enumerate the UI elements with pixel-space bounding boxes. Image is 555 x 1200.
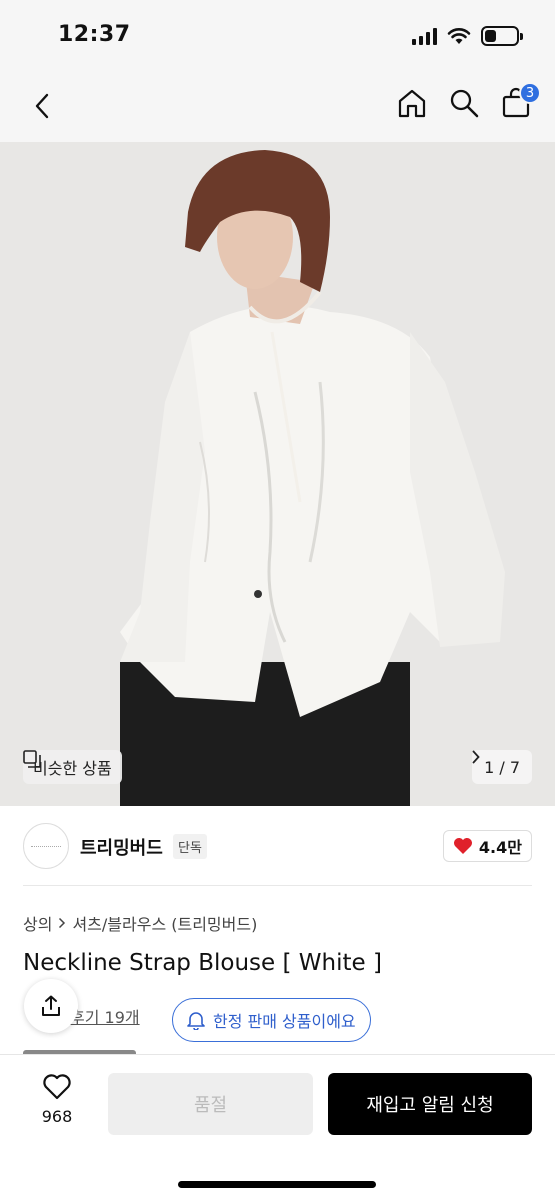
soldout-button[interactable]: 품절 — [108, 1073, 313, 1135]
breadcrumb: 상의 셔츠/블라우스 (트리밍버드) — [23, 911, 257, 935]
share-icon — [42, 995, 60, 1016]
bell-icon — [187, 1012, 205, 1030]
divider — [23, 885, 532, 886]
limited-sale-badge[interactable]: 한정 판매 상품이에요 — [172, 998, 371, 1042]
product-title: Neckline Strap Blouse [ White ] — [23, 950, 382, 976]
image-page-indicator[interactable]: 1 / 7 — [472, 750, 532, 784]
wishlist-button[interactable]: 968 — [22, 1073, 92, 1126]
back-button[interactable] — [26, 88, 58, 124]
search-icon — [450, 89, 479, 118]
exclusive-tag: 단독 — [173, 834, 207, 859]
status-time: 12:37 — [58, 22, 131, 47]
product-image-carousel[interactable]: 비슷한 상품 1 / 7 — [0, 142, 555, 806]
status-bar: 12:37 — [0, 0, 555, 70]
breadcrumb-category[interactable]: 상의 — [23, 911, 52, 935]
brand-logo[interactable] — [23, 823, 69, 869]
breadcrumb-subcategory[interactable]: 셔츠/블라우스 (트리밍버드) — [72, 911, 257, 935]
nav-actions: 3 — [395, 82, 541, 122]
wifi-icon — [447, 28, 471, 44]
limited-sale-label: 한정 판매 상품이에요 — [213, 1012, 356, 1031]
similar-products-button[interactable]: 비슷한 상품 — [23, 750, 122, 784]
cart-count-badge: 3 — [519, 82, 541, 104]
back-icon — [35, 93, 49, 119]
status-icons — [412, 26, 523, 46]
signal-icon — [412, 27, 437, 45]
page-indicator-text: 1 / 7 — [484, 757, 520, 777]
home-icon — [398, 89, 426, 118]
restock-alert-button[interactable]: 재입고 알림 신청 — [328, 1073, 532, 1135]
heart-filled-icon — [453, 838, 472, 854]
wishlist-count: 968 — [41, 1107, 73, 1126]
search-button[interactable] — [447, 84, 481, 122]
heart-outline-icon — [43, 1074, 71, 1100]
chevron-right-icon — [472, 750, 480, 764]
nav-bar: 3 — [0, 70, 555, 142]
product-photo — [0, 142, 555, 806]
brand-name[interactable]: 트리밍버드 — [80, 834, 163, 860]
similar-products-label: 비슷한 상품 — [33, 759, 112, 778]
share-button[interactable] — [24, 979, 78, 1033]
chevron-right-icon — [59, 917, 66, 929]
brand-row: 트리밍버드 단독 4.4만 — [0, 806, 555, 886]
battery-icon — [481, 26, 523, 46]
home-indicator — [178, 1181, 376, 1188]
bottom-action-bar: 968 품절 재입고 알림 신청 — [0, 1054, 555, 1200]
brand-like-count: 4.4만 — [478, 838, 522, 857]
brand-like-button[interactable]: 4.4만 — [442, 830, 532, 862]
cart-button[interactable]: 3 — [499, 82, 541, 122]
home-button[interactable] — [395, 84, 429, 122]
review-link[interactable]: 후기 19개 — [70, 1004, 140, 1028]
similar-icon — [23, 750, 41, 768]
